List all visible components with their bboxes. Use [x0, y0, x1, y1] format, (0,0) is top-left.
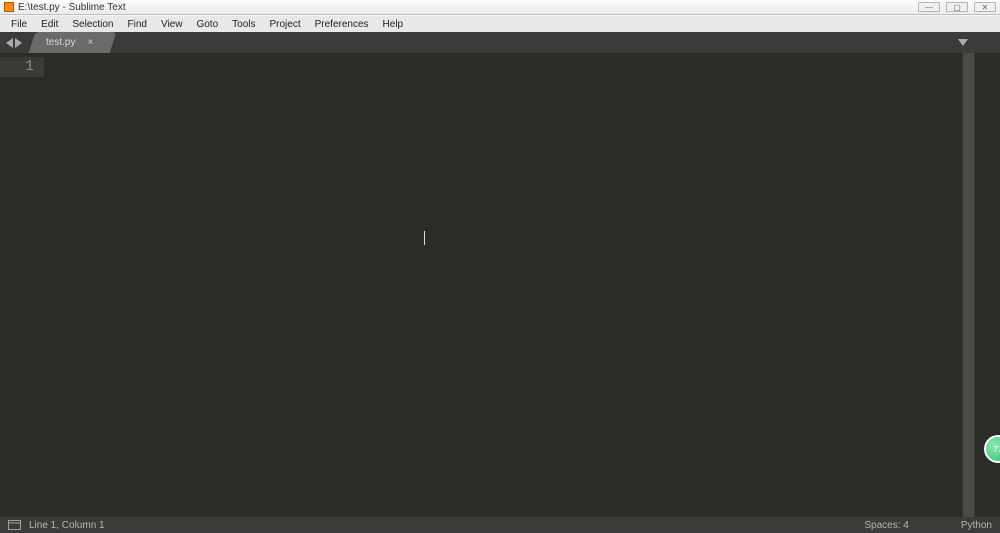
menu-selection[interactable]: Selection	[65, 17, 120, 32]
tab-label: test.py	[46, 37, 75, 48]
window-titlebar: E:\test.py - Sublime Text — ▢ ✕	[0, 0, 1000, 15]
menu-find[interactable]: Find	[121, 17, 154, 32]
tab-list-dropdown-icon[interactable]	[958, 39, 968, 46]
app-icon	[4, 2, 14, 12]
editor-area: 1	[0, 53, 1000, 517]
menu-edit[interactable]: Edit	[34, 17, 65, 32]
tabbar-right-controls	[950, 32, 1000, 53]
menu-view[interactable]: View	[154, 17, 190, 32]
line-number: 1	[0, 57, 44, 77]
menubar: File Edit Selection Find View Goto Tools…	[0, 15, 1000, 32]
close-icon[interactable]: ×	[87, 37, 93, 48]
panel-switcher-icon[interactable]	[8, 520, 21, 530]
code-editor[interactable]	[44, 53, 962, 517]
status-syntax[interactable]: Python	[961, 520, 992, 531]
window-controls: — ▢ ✕	[918, 2, 996, 12]
nav-forward-icon[interactable]	[15, 38, 22, 48]
vertical-scrollbar[interactable]	[962, 53, 974, 517]
menu-preferences[interactable]: Preferences	[308, 17, 376, 32]
gutter: 1	[0, 53, 44, 517]
menu-goto[interactable]: Goto	[189, 17, 225, 32]
nav-back-icon[interactable]	[6, 38, 13, 48]
status-position[interactable]: Line 1, Column 1	[29, 520, 105, 531]
menu-help[interactable]: Help	[376, 17, 411, 32]
tab-file[interactable]: test.py ×	[29, 32, 117, 53]
menu-file[interactable]: File	[4, 17, 34, 32]
tab-history-nav	[0, 32, 28, 53]
text-cursor-icon	[424, 231, 425, 245]
maximize-button[interactable]: ▢	[946, 2, 968, 12]
menu-tools[interactable]: Tools	[225, 17, 262, 32]
minimize-button[interactable]: —	[918, 2, 940, 12]
statusbar: Line 1, Column 1 Spaces: 4 Python	[0, 517, 1000, 533]
tabbar: test.py ×	[0, 32, 1000, 53]
tabs: test.py ×	[28, 32, 113, 53]
window-title: E:\test.py - Sublime Text	[18, 2, 918, 13]
close-window-button[interactable]: ✕	[974, 2, 996, 12]
status-spaces[interactable]: Spaces: 4	[864, 520, 908, 531]
bubble-text: 77	[994, 445, 1000, 454]
menu-project[interactable]: Project	[263, 17, 308, 32]
